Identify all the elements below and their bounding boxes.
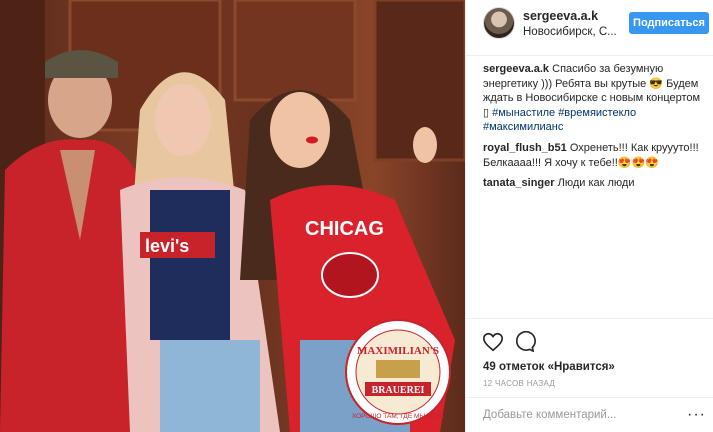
comment-icon[interactable]	[514, 331, 536, 353]
add-comment-placeholder: Добавьте комментарий...	[483, 409, 617, 421]
instagram-post: levi's CHICAG MAXIMILIAN'S BRAUEREI ХОРО…	[0, 0, 713, 432]
shirt-print: levi's	[145, 236, 189, 256]
comment-username[interactable]: tanata_singer	[483, 177, 555, 189]
likes-suffix: «Нравится»	[547, 361, 615, 373]
comment-text: Люди как люди	[557, 177, 635, 190]
comment-username[interactable]: royal_flush_b51	[483, 142, 567, 154]
hashtag[interactable]: #мынастиле	[492, 107, 555, 119]
add-comment-field[interactable]: Добавьте комментарий... ···	[466, 397, 713, 432]
heart-icon[interactable]	[482, 331, 504, 353]
badge-top-text: MAXIMILIAN'S	[357, 345, 439, 357]
emoji-placeholder-icon: ▯	[483, 106, 490, 119]
more-options-icon[interactable]: ···	[687, 406, 706, 424]
caption-username[interactable]: sergeeva.a.k	[483, 63, 549, 75]
header-location[interactable]: Новосибирск, С...	[523, 26, 617, 38]
hashtag[interactable]: #максимилианс	[483, 121, 563, 133]
comment-item: royal_flush_b51 Охренеть!!! Как круууто!…	[483, 141, 709, 170]
badge-bottom-text: BRAUEREI	[372, 385, 425, 396]
post-side-panel: sergeeva.a.k Новосибирск, С... Подписать…	[465, 0, 713, 432]
badge-slogan: ХОРОШО ТАМ, ГДЕ МЫ ЕСТЬ	[352, 413, 444, 420]
timestamp: 12 ЧАСОВ НАЗАД	[483, 379, 556, 388]
post-actions: 49 отметок «Нравится» 12 ЧАСОВ НАЗАД Доб…	[466, 318, 713, 432]
header-username[interactable]: sergeeva.a.k	[523, 9, 598, 23]
follow-button[interactable]: Подписаться	[629, 12, 709, 34]
comments-list: sergeeva.a.k Спасибо за безумную энергет…	[483, 62, 709, 197]
likes-count[interactable]: 49 отметок «Нравится»	[483, 361, 615, 373]
caption: sergeeva.a.k Спасибо за безумную энергет…	[483, 62, 709, 135]
likes-number: 49 отметок	[483, 361, 545, 373]
hashtag[interactable]: #времяистекло	[558, 107, 636, 119]
avatar[interactable]	[483, 7, 515, 39]
post-header: sergeeva.a.k Новосибирск, С... Подписать…	[466, 0, 713, 56]
post-photo[interactable]: levi's CHICAG MAXIMILIAN'S BRAUEREI ХОРО…	[0, 0, 465, 432]
photo-illustration: levi's CHICAG MAXIMILIAN'S BRAUEREI ХОРО…	[0, 0, 465, 432]
maximilians-badge: MAXIMILIAN'S BRAUEREI ХОРОШО ТАМ, ГДЕ МЫ…	[345, 319, 451, 425]
sweatshirt-print: CHICAG	[305, 218, 384, 240]
comment-item: tanata_singer Люди как люди	[483, 176, 709, 191]
